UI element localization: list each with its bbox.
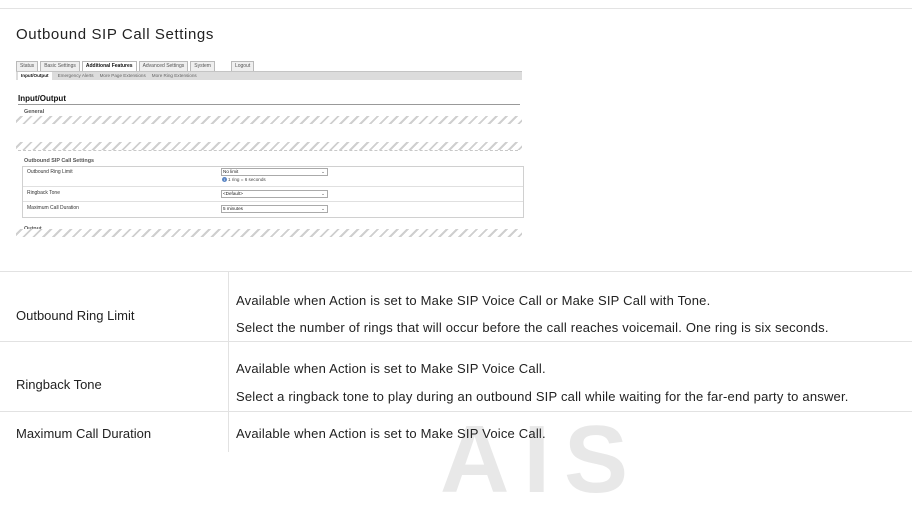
- row-text-line: Select a ringback tone to play during an…: [236, 389, 849, 404]
- subtab-more-page-extensions[interactable]: More Page Extensions: [100, 72, 146, 80]
- row-label: Maximum Call Duration: [16, 426, 152, 441]
- row-label: Ringback Tone: [16, 377, 102, 392]
- setting-label-ringback: Ringback Tone: [27, 190, 60, 196]
- column-divider: [228, 342, 229, 412]
- setting-row: Outbound Ring Limit No limit ⌄ i1 ring =…: [23, 167, 523, 187]
- ring-limit-hint-text: 1 ring = 6 seconds: [228, 177, 266, 182]
- subtab-input-output[interactable]: Input/Output: [18, 72, 52, 80]
- page-title: Outbound SIP Call Settings: [16, 26, 214, 43]
- general-group-label: General: [24, 109, 45, 115]
- section-rule: [18, 104, 520, 105]
- settings-group-title: Outbound SIP Call Settings: [24, 158, 94, 164]
- table-row: Maximum Call Duration Available when Act…: [0, 411, 912, 452]
- column-divider: [228, 272, 229, 342]
- ring-limit-hint: i1 ring = 6 seconds: [222, 177, 266, 182]
- torn-edge-top: [16, 116, 522, 124]
- top-divider: [0, 8, 912, 9]
- settings-screenshot: Status Basic Settings Additional Feature…: [16, 58, 524, 238]
- settings-table: Outbound Ring Limit No limit ⌄ i1 ring =…: [22, 166, 524, 218]
- main-tab-bar: Status Basic Settings Additional Feature…: [16, 61, 255, 71]
- chevron-down-icon: ⌄: [321, 169, 325, 174]
- table-row: Outbound Ring Limit Available when Actio…: [0, 271, 912, 342]
- subtab-more-ring-extensions[interactable]: More Ring Extensions: [152, 72, 197, 80]
- row-text-line: Available when Action is set to Make SIP…: [236, 361, 546, 376]
- row-label: Outbound Ring Limit: [16, 308, 135, 323]
- ringback-tone-select[interactable]: <Default> ⌄: [221, 190, 328, 198]
- sub-tab-bar: Input/Output Emergency Alerts More Page …: [16, 71, 522, 80]
- setting-row: Ringback Tone <Default> ⌄: [23, 187, 523, 202]
- max-call-duration-select[interactable]: 5 minutes ⌄: [221, 205, 328, 213]
- torn-edge-bottom: [16, 229, 522, 237]
- max-call-duration-value: 5 minutes: [223, 206, 243, 211]
- tab-advanced-settings[interactable]: Advanced Settings: [138, 61, 189, 71]
- tab-system[interactable]: System: [190, 61, 215, 71]
- info-icon: i: [222, 177, 227, 182]
- column-divider: [228, 412, 229, 452]
- row-text-line: Select the number of rings that will occ…: [236, 320, 829, 335]
- ring-limit-select[interactable]: No limit ⌄: [221, 168, 328, 176]
- setting-label-ring-limit: Outbound Ring Limit: [27, 169, 73, 175]
- row-text-line: Available when Action is set to Make SIP…: [236, 293, 711, 308]
- tab-additional-features[interactable]: Additional Features: [81, 61, 137, 71]
- table-row: Ringback Tone Available when Action is s…: [0, 341, 912, 412]
- tab-status[interactable]: Status: [16, 61, 39, 71]
- chevron-down-icon: ⌄: [321, 191, 325, 196]
- tab-basic-settings[interactable]: Basic Settings: [40, 61, 80, 71]
- section-heading: Input/Output: [18, 94, 66, 103]
- tab-logout[interactable]: Logout: [230, 61, 255, 71]
- subtab-emergency-alerts[interactable]: Emergency Alerts: [58, 72, 94, 80]
- torn-edge-mid: [16, 142, 522, 150]
- chevron-down-icon: ⌄: [321, 206, 325, 211]
- ringback-tone-value: <Default>: [223, 191, 243, 196]
- ring-limit-value: No limit: [223, 169, 239, 174]
- setting-label-max-duration: Maximum Call Duration: [27, 205, 79, 211]
- setting-row: Maximum Call Duration 5 minutes ⌄: [23, 202, 523, 216]
- row-text-line: Available when Action is set to Make SIP…: [236, 426, 546, 441]
